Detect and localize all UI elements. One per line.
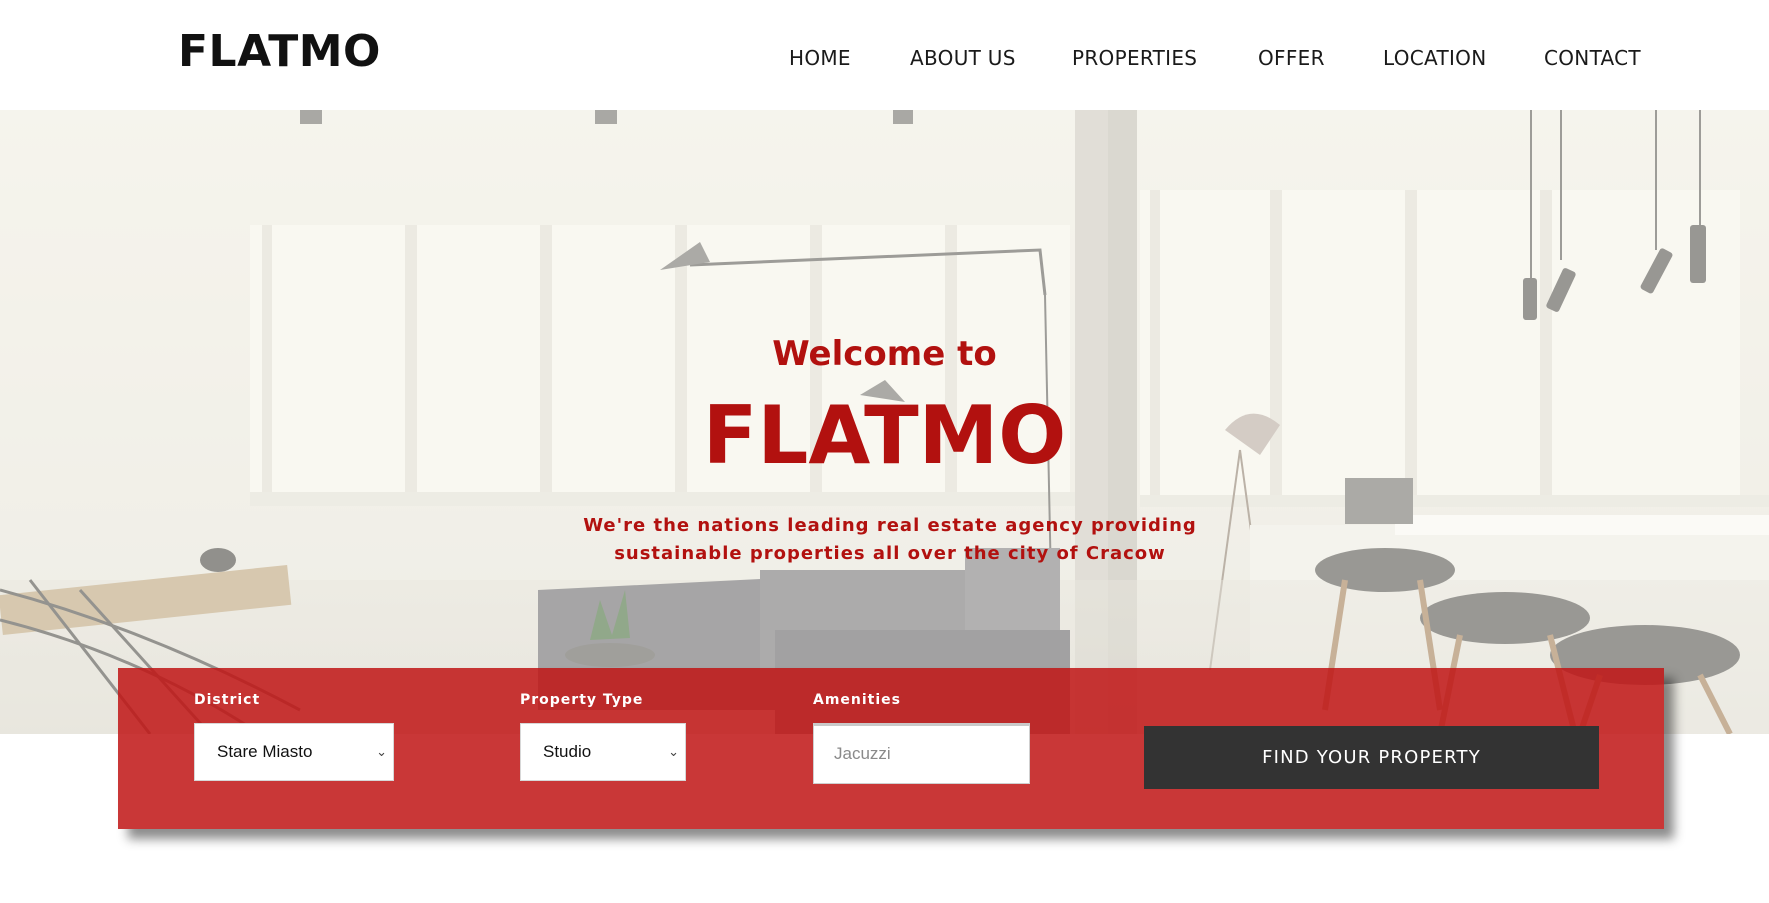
district-label: District (194, 692, 261, 708)
hero-tagline: We're the nations leading real estate ag… (583, 515, 1197, 564)
hero-content: Welcome to FLATMO We're the nations lead… (0, 110, 1769, 734)
nav-location[interactable]: LOCATION (1383, 44, 1486, 72)
property-type-label: Property Type (520, 692, 644, 708)
hero-section: Welcome to FLATMO We're the nations lead… (0, 110, 1769, 734)
amenities-label: Amenities (813, 692, 902, 708)
property-type-select[interactable]: Studio ⌄ (520, 723, 686, 781)
district-select[interactable]: Stare Miasto ⌄ (194, 723, 394, 781)
property-search-panel: District Stare Miasto ⌄ Property Type St… (118, 668, 1664, 829)
find-property-button[interactable]: FIND YOUR PROPERTY (1144, 726, 1599, 789)
nav-offer[interactable]: OFFER (1258, 44, 1325, 72)
hero-title: FLATMO (702, 389, 1067, 482)
chevron-down-icon: ⌄ (668, 744, 679, 759)
hero-welcome: Welcome to (772, 334, 997, 374)
nav-about-us[interactable]: ABOUT US (910, 44, 1016, 72)
main-nav: HOME ABOUT US PROPERTIES OFFER LOCATION … (0, 44, 1769, 74)
nav-properties[interactable]: PROPERTIES (1072, 44, 1197, 72)
amenities-input[interactable]: Jacuzzi (813, 723, 1030, 784)
site-header: FLATMO HOME ABOUT US PROPERTIES OFFER LO… (0, 0, 1769, 110)
nav-contact[interactable]: CONTACT (1544, 44, 1641, 72)
chevron-down-icon: ⌄ (376, 744, 387, 759)
district-select-value: Stare Miasto (217, 742, 313, 761)
property-type-select-value: Studio (543, 742, 592, 761)
nav-home[interactable]: HOME (789, 44, 851, 72)
